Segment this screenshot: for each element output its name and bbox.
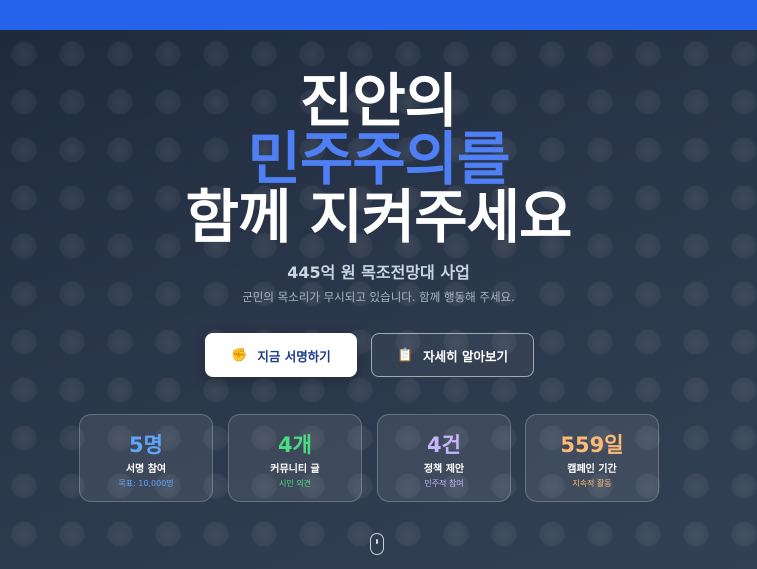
learn-more-label: 자세히 알아보기 — [423, 348, 509, 364]
stat-card-community-posts: 4개 커뮤니티 글 시민 의견 — [228, 414, 362, 502]
stat-label: 정책 제안 — [423, 464, 465, 475]
mouse-wheel — [376, 539, 378, 544]
top-nav-bar — [0, 0, 757, 30]
clipboard-icon: 📋 — [396, 347, 414, 363]
scroll-down-mouse-icon[interactable] — [370, 533, 384, 555]
raised-fist-icon: ✊ — [231, 347, 248, 363]
learn-more-button[interactable]: 📋 자세히 알아보기 — [371, 333, 534, 377]
stat-value: 4건 — [427, 433, 461, 457]
headline-line-1: 진안의 — [299, 67, 458, 135]
stat-note: 민주적 참여 — [424, 479, 464, 488]
stat-value: 559일 — [560, 433, 624, 457]
stat-label: 서명 참여 — [125, 464, 167, 475]
sign-now-button[interactable]: ✊ 지금 서명하기 — [205, 333, 357, 377]
stat-card-signatures: 5명 서명 참여 목표: 10,000명 — [79, 414, 213, 502]
hero-section: 진안의 민주주의를 함께 지켜주세요 445억 원 목조전망대 사업 군민의 목… — [0, 30, 757, 569]
stat-value: 4개 — [278, 433, 312, 457]
headline-line-3: 함께 지켜주세요 — [185, 183, 573, 251]
headline-line-2: 민주주의를 — [247, 125, 511, 193]
stat-note: 목표: 10,000명 — [118, 479, 174, 488]
sign-now-label: 지금 서명하기 — [257, 348, 331, 364]
stat-note: 지속적 활동 — [572, 479, 612, 488]
hero-description: 군민의 목소리가 무시되고 있습니다. 함께 행동해 주세요. — [242, 290, 515, 304]
stat-label: 커뮤니티 글 — [270, 464, 320, 475]
stat-card-campaign-days: 559일 캠페인 기간 지속적 활동 — [525, 414, 659, 502]
stat-label: 캠페인 기간 — [567, 464, 617, 475]
stat-card-policy-proposals: 4건 정책 제안 민주적 참여 — [377, 414, 511, 502]
stat-note: 시민 의견 — [279, 479, 311, 488]
stat-value: 5명 — [129, 433, 163, 457]
hero-subtitle: 445억 원 목조전망대 사업 — [287, 263, 470, 282]
